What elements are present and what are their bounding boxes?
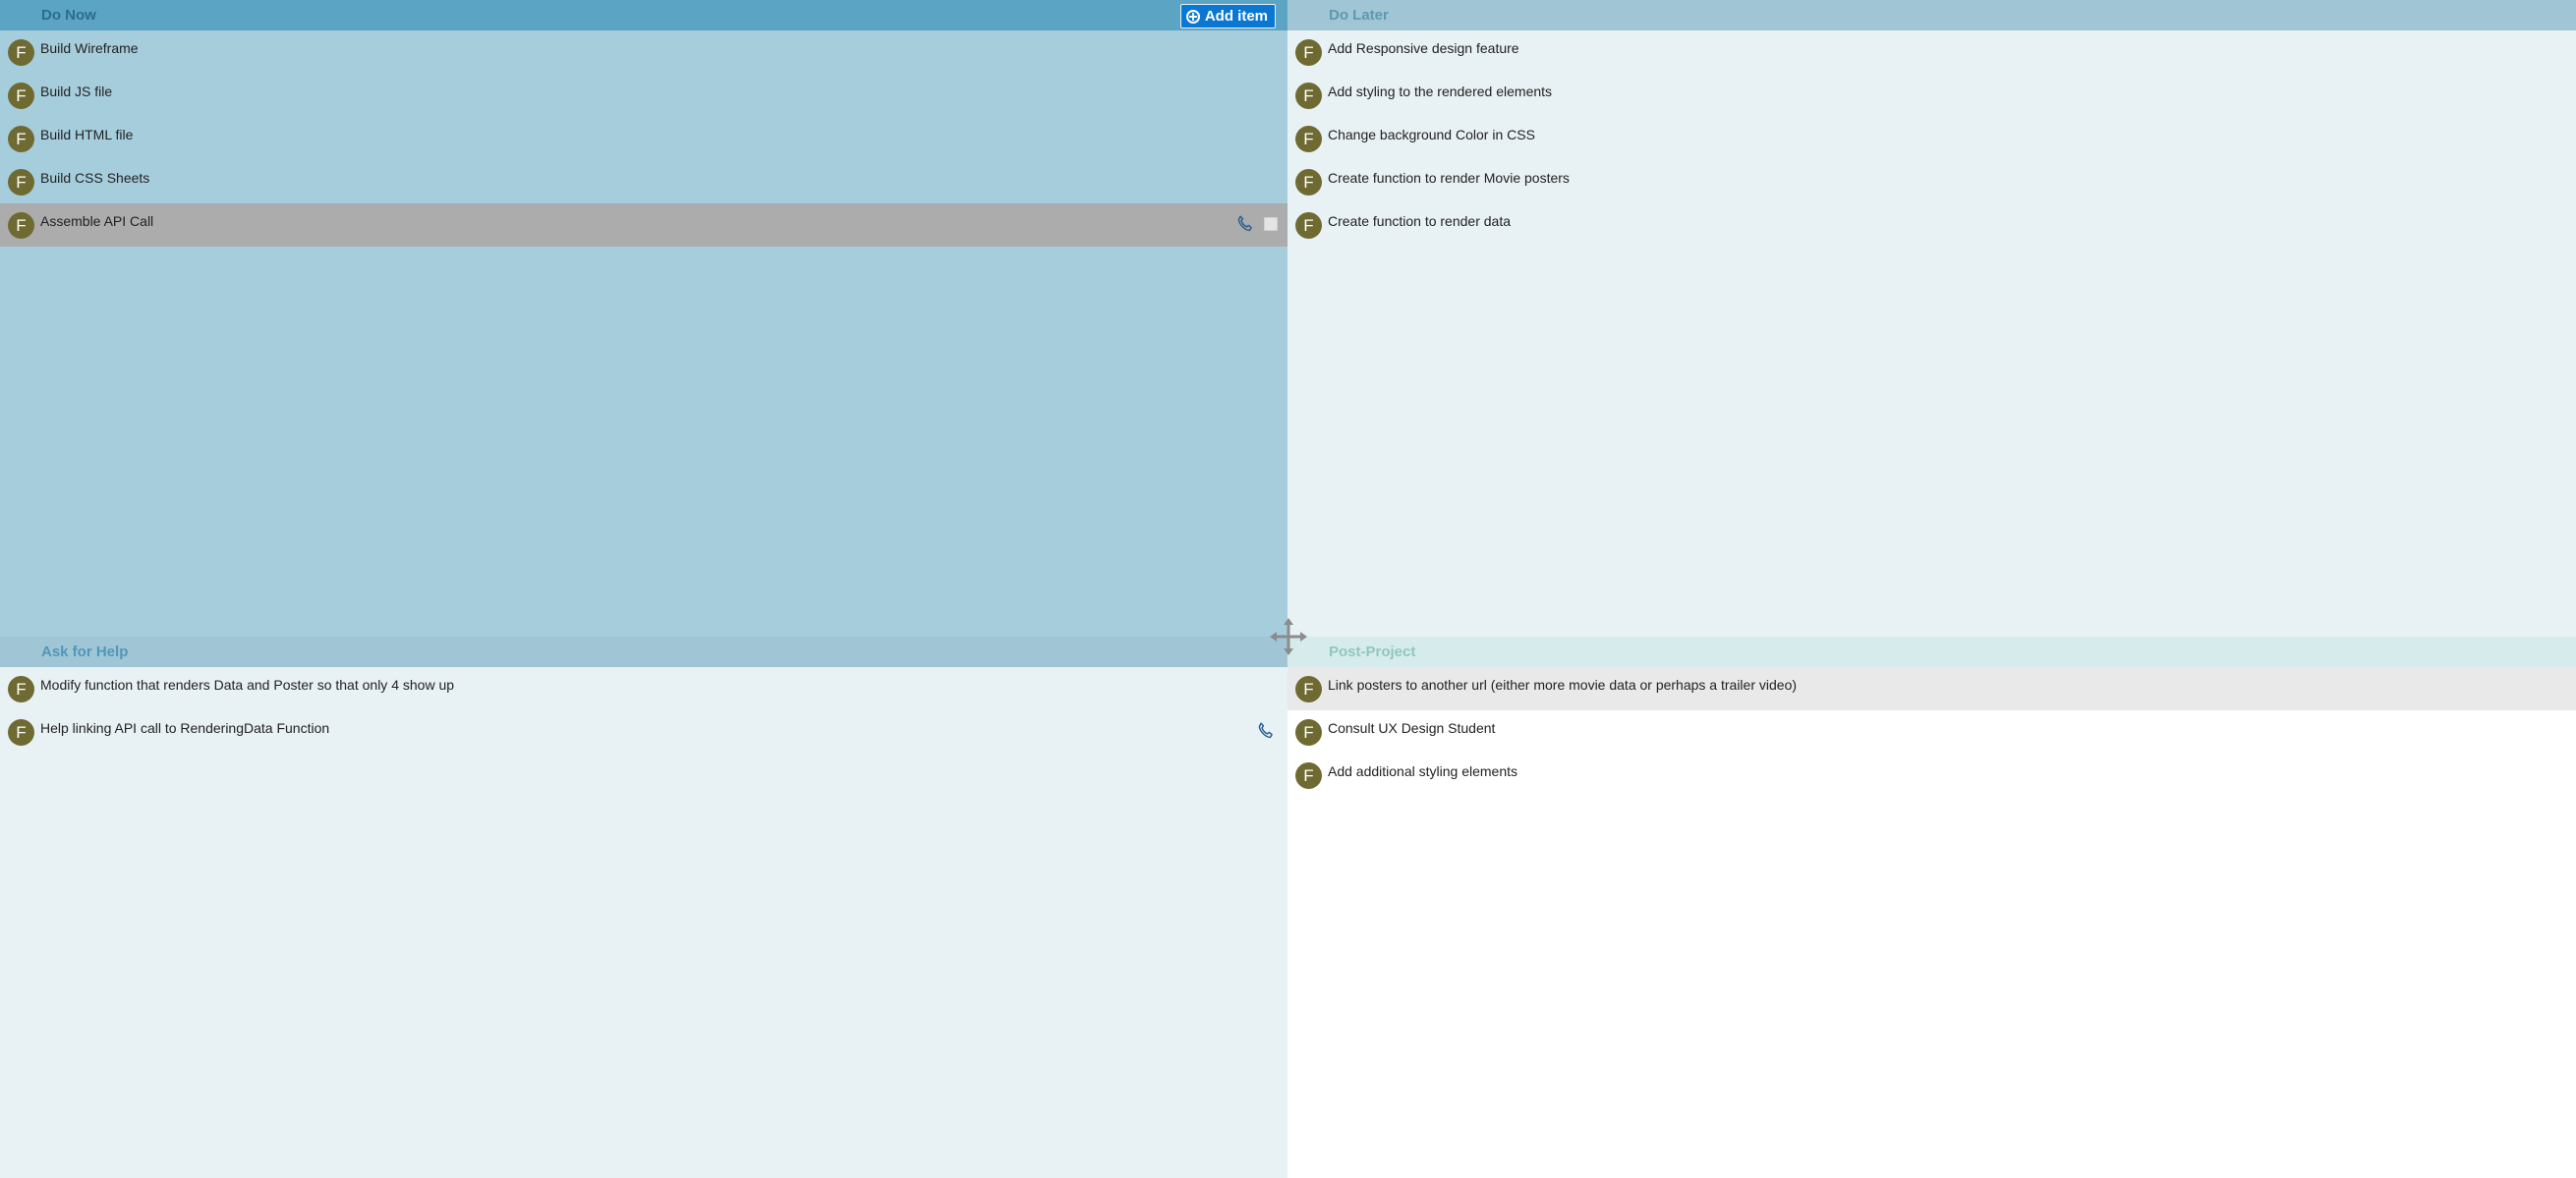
task-item[interactable]: F Build JS file bbox=[0, 74, 1288, 117]
task-item-hovered[interactable]: F Link posters to another url (either mo… bbox=[1288, 667, 2576, 710]
add-item-label: Add item bbox=[1204, 8, 1268, 25]
avatar[interactable]: F bbox=[8, 126, 34, 152]
task-label: Build HTML file bbox=[40, 127, 134, 142]
avatar[interactable]: F bbox=[8, 169, 34, 196]
add-item-button[interactable]: Add item bbox=[1179, 4, 1276, 28]
quadrant-post-project: Post-Project F Link posters to another u… bbox=[1288, 637, 2576, 1178]
avatar[interactable]: F bbox=[1295, 83, 1322, 109]
avatar[interactable]: F bbox=[1295, 212, 1322, 239]
quadrant-do-later: Do Later F Add Responsive design feature… bbox=[1288, 0, 2576, 637]
task-item[interactable]: F Help linking API call to RenderingData… bbox=[0, 710, 1288, 754]
avatar[interactable]: F bbox=[1295, 676, 1322, 702]
task-item[interactable]: F Build HTML file bbox=[0, 117, 1288, 160]
task-label: Add Responsive design feature bbox=[1328, 40, 1519, 56]
task-item[interactable]: F Modify function that renders Data and … bbox=[0, 667, 1288, 710]
task-label: Create function to render Movie posters bbox=[1328, 170, 1570, 186]
task-item-hovered[interactable]: F Assemble API Call bbox=[0, 203, 1288, 247]
quadrant-title: Do Later bbox=[1329, 7, 1389, 24]
task-label: Help linking API call to RenderingData F… bbox=[40, 720, 330, 736]
avatar[interactable]: F bbox=[1295, 719, 1322, 746]
task-item[interactable]: F Change background Color in CSS bbox=[1288, 117, 2576, 160]
move-arrows-icon[interactable] bbox=[1268, 616, 1309, 657]
avatar[interactable]: F bbox=[1295, 39, 1322, 66]
task-item[interactable]: F Add Responsive design feature bbox=[1288, 30, 2576, 74]
quadrant-header: Do Now Add item bbox=[0, 0, 1288, 30]
task-label: Build CSS Sheets bbox=[40, 170, 150, 186]
avatar[interactable]: F bbox=[1295, 762, 1322, 789]
task-label: Assemble API Call bbox=[40, 213, 154, 229]
phone-icon[interactable] bbox=[1234, 213, 1256, 235]
quadrant-ask-for-help: Ask for Help F Modify function that rend… bbox=[0, 637, 1288, 1178]
task-label: Build JS file bbox=[40, 84, 113, 99]
complete-checkbox[interactable] bbox=[1264, 217, 1278, 231]
task-item[interactable]: F Consult UX Design Student bbox=[1288, 710, 2576, 754]
avatar[interactable]: F bbox=[1295, 169, 1322, 196]
task-label: Consult UX Design Student bbox=[1328, 720, 1496, 736]
task-label: Add additional styling elements bbox=[1328, 763, 1518, 779]
task-item[interactable]: F Create function to render data bbox=[1288, 203, 2576, 247]
task-item[interactable]: F Add styling to the rendered elements bbox=[1288, 74, 2576, 117]
task-item[interactable]: F Create function to render Movie poster… bbox=[1288, 160, 2576, 203]
avatar[interactable]: F bbox=[8, 212, 34, 239]
task-label: Modify function that renders Data and Po… bbox=[40, 677, 455, 693]
quadrant-header: Ask for Help bbox=[0, 637, 1288, 667]
quadrant-do-now: Do Now Add item F Build Wireframe F Buil… bbox=[0, 0, 1288, 637]
avatar[interactable]: F bbox=[1295, 126, 1322, 152]
task-item[interactable]: F Build CSS Sheets bbox=[0, 160, 1288, 203]
task-label: Change background Color in CSS bbox=[1328, 127, 1535, 142]
task-item[interactable]: F Build Wireframe bbox=[0, 30, 1288, 74]
quadrant-title: Ask for Help bbox=[41, 644, 129, 660]
quadrant-header: Post-Project bbox=[1288, 637, 2576, 667]
task-label: Build Wireframe bbox=[40, 40, 139, 56]
avatar[interactable]: F bbox=[8, 83, 34, 109]
plus-circle-icon bbox=[1185, 9, 1200, 24]
task-label: Link posters to another url (either more… bbox=[1328, 677, 1798, 693]
quadrant-title: Post-Project bbox=[1329, 644, 1416, 660]
task-label: Add styling to the rendered elements bbox=[1328, 84, 1553, 99]
quadrant-title: Do Now bbox=[41, 7, 96, 24]
avatar[interactable]: F bbox=[8, 719, 34, 746]
task-item[interactable]: F Add additional styling elements bbox=[1288, 754, 2576, 797]
avatar[interactable]: F bbox=[8, 39, 34, 66]
avatar[interactable]: F bbox=[8, 676, 34, 702]
task-label: Create function to render data bbox=[1328, 213, 1512, 229]
phone-icon[interactable] bbox=[1255, 720, 1277, 742]
quadrant-header: Do Later bbox=[1288, 0, 2576, 30]
